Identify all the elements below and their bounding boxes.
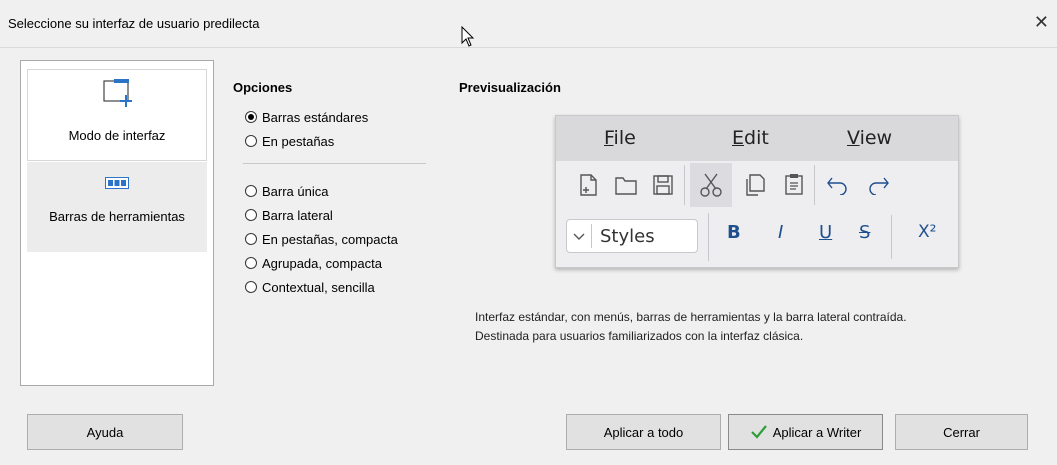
category-list: Modo de interfaz Barras de herramientas [20, 60, 214, 386]
radio-unchecked-icon [245, 257, 257, 269]
radio-label: Barras estándares [262, 109, 369, 125]
styles-label: Styles [600, 226, 655, 247]
radio-label: Barra única [262, 183, 329, 199]
mouse-cursor-icon [461, 26, 475, 47]
radio-unchecked-icon [245, 233, 257, 245]
preview-menu-view: View [847, 127, 893, 149]
preview-menu-file: File [604, 127, 636, 149]
description-line: Destinada para usuarios familiarizados c… [475, 329, 804, 343]
preview-heading: Previsualización [459, 80, 561, 95]
help-button[interactable]: Ayuda [27, 414, 183, 450]
toolbar-separator [891, 215, 892, 259]
radio-label: En pestañas, compacta [262, 231, 398, 247]
title-bar: Seleccione su interfaz de usuario predil… [0, 0, 1057, 48]
radio-checked-icon [245, 111, 257, 123]
chevron-down-icon [573, 233, 585, 240]
redo-icon [869, 177, 889, 195]
toolbar-separator [814, 165, 815, 205]
undo-icon [827, 177, 847, 195]
radio-label: Contextual, sencilla [262, 279, 375, 295]
radio-label: Barra lateral [262, 207, 333, 223]
checkmark-icon [750, 425, 767, 439]
preview-styles-box: Styles [566, 219, 698, 253]
radio-single-bar[interactable]: Barra única [245, 182, 328, 200]
radio-contextual-single[interactable]: Contextual, sencilla [245, 278, 375, 296]
preview-standard-toolbar [556, 161, 958, 209]
preview-formatting-toolbar: Styles B I U S X² [556, 209, 958, 267]
italic-icon: I [778, 222, 784, 243]
preview-menubar: File Edit View [556, 116, 958, 161]
radio-tabbed-compact[interactable]: En pestañas, compacta [245, 230, 398, 248]
superscript-icon: X² [918, 222, 937, 242]
category-interface-mode[interactable]: Modo de interfaz [27, 69, 207, 161]
preview-menu-edit: Edit [732, 127, 769, 149]
apply-writer-label: Aplicar a Writer [772, 424, 862, 440]
radio-unchecked-icon [245, 209, 257, 221]
category-toolbars[interactable]: Barras de herramientas [27, 162, 207, 252]
toolbar-separator [684, 165, 685, 205]
description-line: Interfaz estándar, con menús, barras de … [475, 310, 907, 324]
window-title: Seleccione su interfaz de usuario predil… [8, 16, 260, 31]
preview-image: File Edit View Styles B I U S X² [555, 115, 959, 268]
radio-groupedbar-compact[interactable]: Agrupada, compacta [245, 254, 382, 272]
bold-icon: B [727, 222, 741, 243]
open-folder-icon [615, 177, 637, 195]
radio-tabbed[interactable]: En pestañas [245, 132, 334, 150]
strikethrough-icon: S [859, 222, 871, 243]
paste-icon [785, 174, 803, 195]
toolbar-separator [708, 213, 709, 261]
interface-mode-icon [103, 79, 132, 107]
radio-unchecked-icon [245, 135, 257, 147]
toolbars-icon [105, 177, 129, 189]
radio-unchecked-icon [245, 185, 257, 197]
styles-divider [591, 224, 592, 248]
cut-icon [700, 173, 722, 197]
category-label: Barras de herramientas [49, 209, 185, 224]
underline-icon: U [819, 222, 833, 243]
close-button[interactable]: Cerrar [895, 414, 1028, 450]
apply-all-button[interactable]: Aplicar a todo [566, 414, 721, 450]
radio-sidebar[interactable]: Barra lateral [245, 206, 333, 224]
options-heading: Opciones [233, 80, 293, 95]
radio-label: En pestañas [262, 133, 335, 149]
radio-standard-toolbars[interactable]: Barras estándares [245, 108, 368, 126]
new-document-icon [580, 174, 597, 196]
save-icon [653, 175, 673, 195]
mode-description: Interfaz estándar, con menús, barras de … [475, 308, 907, 346]
radio-unchecked-icon [245, 281, 257, 293]
apply-writer-button[interactable]: Aplicar a Writer [728, 414, 883, 450]
category-label: Modo de interfaz [68, 128, 166, 143]
options-divider [243, 163, 426, 164]
radio-label: Agrupada, compacta [262, 255, 382, 271]
copy-icon [746, 174, 765, 196]
close-icon[interactable]: ✕ [1034, 12, 1049, 33]
